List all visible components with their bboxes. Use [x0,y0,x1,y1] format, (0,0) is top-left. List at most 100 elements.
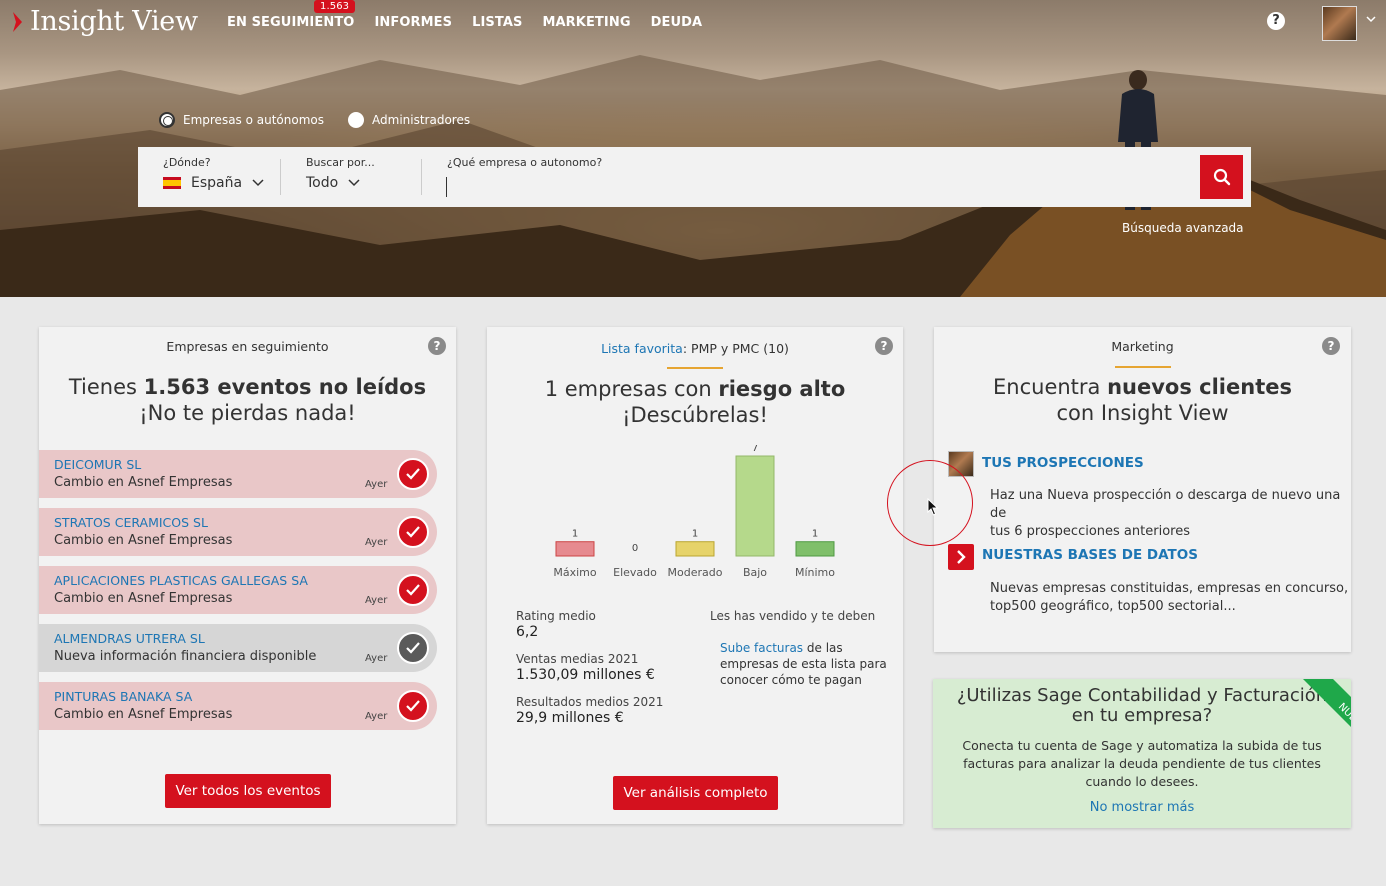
event-item[interactable]: ALMENDRAS UTRERA SL Nueva información fi… [39,624,437,672]
help-icon[interactable]: ? [1322,337,1340,355]
card-title: Empresas en seguimiento [166,339,329,354]
company-name-link[interactable]: DEICOMUR SL [54,457,141,472]
stat-label: Rating medio [516,609,596,623]
bar-bajo[interactable] [735,455,775,557]
advanced-search-link[interactable]: Búsqueda avanzada [1122,221,1244,235]
favorite-list-link[interactable]: Lista favorita [601,341,683,356]
radio-empresas[interactable]: Empresas o autónomos [159,112,324,128]
nav-listas[interactable]: LISTAS [472,15,522,30]
bar-value-label: 0 [632,543,638,554]
headline-bold: 1.563 eventos no leídos [143,375,427,399]
nav-informes[interactable]: INFORMES [374,15,452,30]
check-icon[interactable] [397,632,429,664]
sage-promo-card: ¿Utilizas Sage Contabilidad y Facturació… [933,679,1351,828]
search-by-select[interactable]: Buscar por... Todo [306,156,375,191]
headline-text: Tienes [68,375,144,399]
insight-view-logo[interactable]: Insight View [12,6,198,37]
bar-value-label: 1 [572,529,578,540]
sales-stat: Ventas medias 2021 1.530,09 millones € [516,652,655,683]
radio-unselected-icon[interactable] [348,112,365,128]
help-icon[interactable]: ? [1267,12,1285,30]
headline-bold: nuevos clientes [1107,375,1292,399]
user-avatar[interactable] [1322,6,1357,41]
event-item[interactable]: PINTURAS BANAKA SA Cambio en Asnef Empre… [39,682,437,730]
bar-máximo[interactable] [555,541,595,557]
sold-title: Les has vendido y te deben [710,609,876,623]
nav-label: LISTAS [472,15,523,30]
event-item[interactable]: STRATOS CERAMICOS SL Cambio en Asnef Emp… [39,508,437,556]
event-item[interactable]: DEICOMUR SL Cambio en Asnef Empresas Aye… [39,450,437,498]
company-name-link[interactable]: ALMENDRAS UTRERA SL [54,631,205,646]
company-search-input[interactable] [446,177,1186,197]
stat-value: 29,9 millones € [516,710,624,726]
mouse-pointer-icon [927,498,939,516]
main-nav: EN SEGUIMIENTO 1.563 INFORMES LISTAS MAR… [227,0,722,30]
prospections-link[interactable]: TUS PROSPECCIONES [982,455,1144,471]
databases-link[interactable]: NUESTRAS BASES DE DATOS [982,547,1198,563]
stat-label: Ventas medias 2021 [516,652,639,666]
bar-mínimo[interactable] [795,541,835,557]
full-analysis-button[interactable]: Ver análisis completo [613,776,778,810]
check-icon[interactable] [397,458,429,490]
event-time: Ayer [365,653,388,664]
country-select[interactable]: ¿Dónde? España [163,156,264,191]
search-button[interactable] [1200,155,1243,199]
list-name: : PMP y PMC (10) [682,341,789,356]
event-description: Nueva información financiera disponible [54,649,317,664]
headline-line2: con Insight View [1056,401,1229,425]
card-marketing: Marketing ? Encuentra nuevos clientes co… [934,327,1351,652]
company-name-link[interactable]: APLICACIONES PLASTICAS GALLEGAS SA [54,573,308,588]
event-time: Ayer [365,537,388,548]
title-underline [667,367,723,369]
text: Nuevas empresas constituidas, empresas e… [990,581,1349,596]
event-description: Cambio en Asnef Empresas [54,591,233,606]
search-icon [1213,168,1230,186]
notification-badge: 1.563 [314,0,356,13]
event-item[interactable]: APLICACIONES PLASTICAS GALLEGAS SA Cambi… [39,566,437,614]
headline-text: Encuentra [993,375,1108,399]
text: top500 geográfico, top500 sectorial... [990,599,1236,614]
stat-value: 6,2 [516,624,539,640]
nav-en-seguimiento[interactable]: EN SEGUIMIENTO 1.563 [227,0,356,30]
radio-label: Administradores [372,113,471,127]
radio-selected-icon[interactable] [159,112,175,128]
headline-line2: ¡Descúbrelas! [622,403,768,427]
card-headline: Encuentra nuevos clientes con Insight Vi… [934,374,1351,426]
category-label: Elevado [613,566,657,579]
event-time: Ayer [365,595,388,606]
query-label: ¿Qué empresa o autonomo? [447,156,603,169]
chevron-down-icon[interactable] [1366,14,1376,24]
dismiss-promo-link[interactable]: No mostrar más [933,800,1351,815]
hero-banner: Insight View EN SEGUIMIENTO 1.563 INFORM… [0,0,1386,297]
nav-marketing[interactable]: MARKETING [542,15,630,30]
check-icon[interactable] [397,690,429,722]
event-time: Ayer [365,479,388,490]
radio-administradores[interactable]: Administradores [348,112,470,128]
nav-deuda[interactable]: DEUDA [651,15,703,30]
view-all-events-button[interactable]: Ver todos los eventos [165,774,331,808]
chevron-down-icon [252,179,264,187]
event-description: Cambio en Asnef Empresas [54,533,233,548]
upload-invoices-link[interactable]: Sube facturas [720,641,803,655]
chevron-down-icon [348,179,360,187]
text: tus 6 prospecciones anteriores [990,524,1190,539]
check-icon[interactable] [397,574,429,606]
company-name-link[interactable]: PINTURAS BANAKA SA [54,689,192,704]
check-icon[interactable] [397,516,429,548]
chevron-right-icon [948,544,974,570]
company-name-link[interactable]: STRATOS CERAMICOS SL [54,515,208,530]
query-field-label-wrap: ¿Qué empresa o autonomo? [447,156,602,169]
headline-text: 1 empresas con [544,377,719,401]
help-icon[interactable]: ? [875,337,893,355]
bar-moderado[interactable] [675,541,715,557]
chevron-logo-icon [13,11,22,32]
help-icon[interactable]: ? [428,337,446,355]
bar-value-label: 1 [812,529,818,540]
headline-bold: riesgo alto [718,377,846,401]
title-underline [1114,366,1171,368]
spain-flag-icon [163,177,181,189]
top-navigation-bar: Insight View EN SEGUIMIENTO 1.563 INFORM… [0,0,1386,46]
headline-line2: ¡No te pierdas nada! [139,401,356,425]
category-label: Bajo [743,566,767,579]
text: Haz una Nueva prospección o descarga de … [990,488,1341,521]
